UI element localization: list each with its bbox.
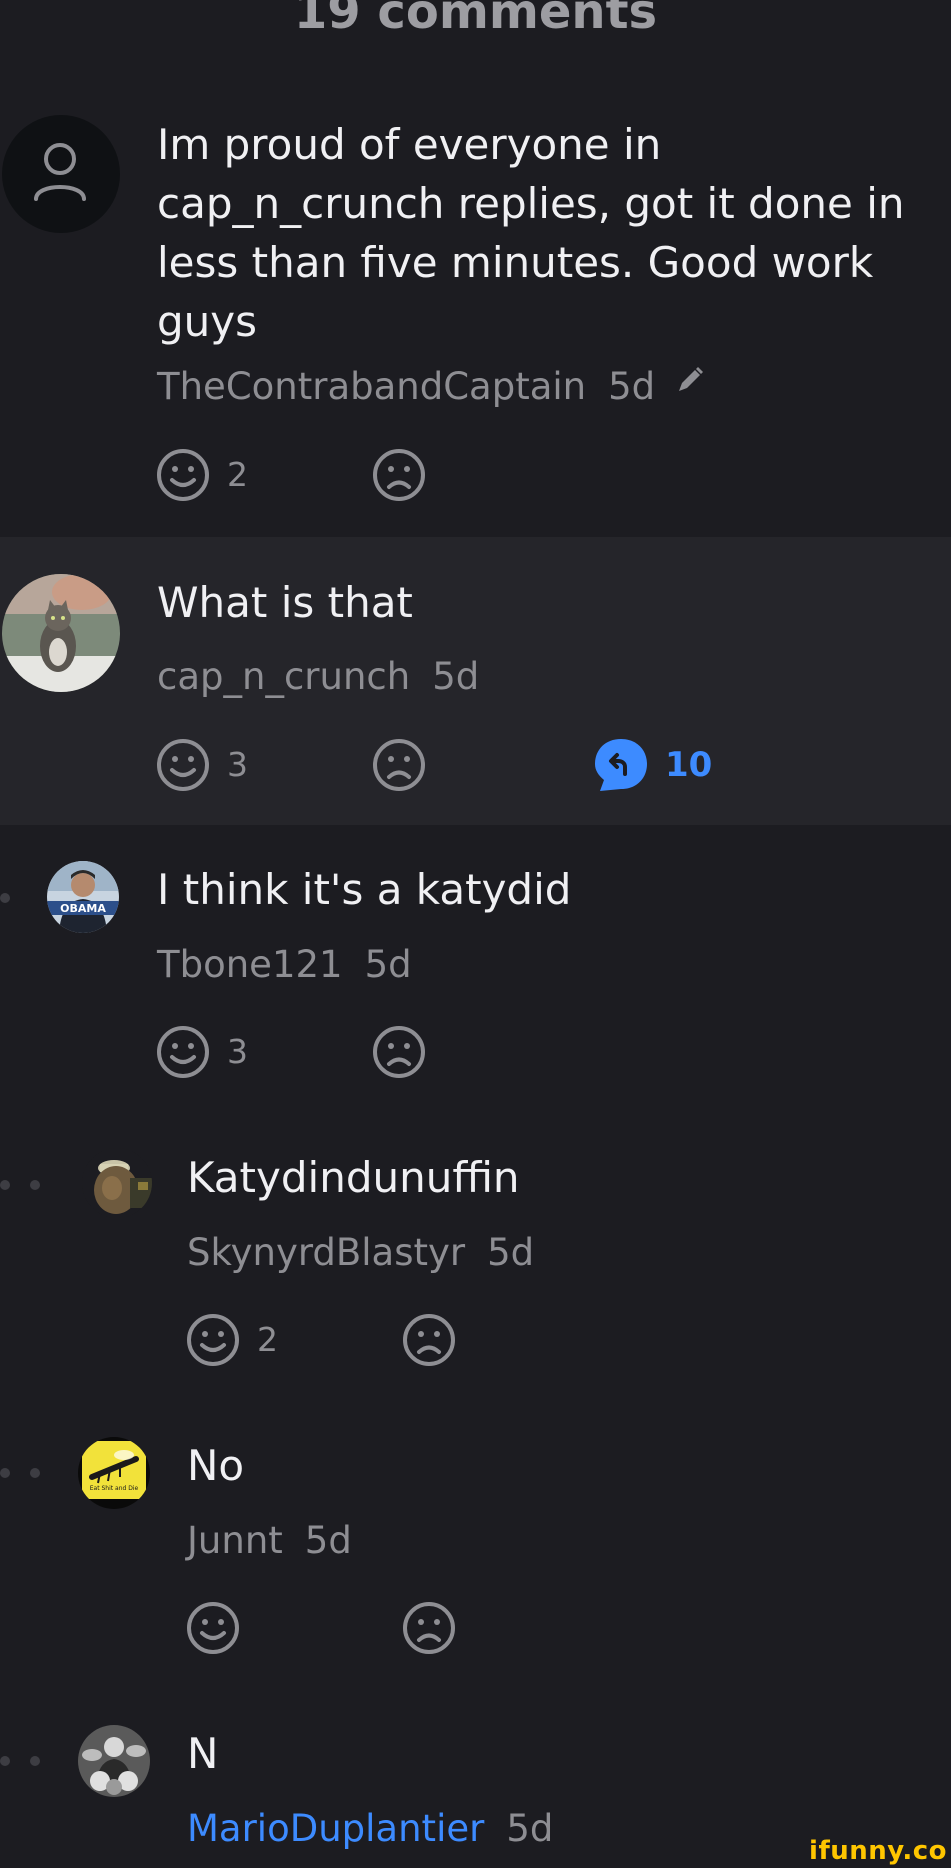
default-avatar[interactable] bbox=[2, 115, 120, 233]
comment-time: 5d bbox=[432, 655, 480, 698]
thread-depth-indicator bbox=[0, 893, 20, 905]
comment-text: What is that bbox=[157, 578, 413, 627]
comment-3: OBAMA I think it's a katydid Tbone121 5d … bbox=[0, 825, 951, 1090]
comment-meta: cap_n_crunch 5d bbox=[157, 655, 479, 699]
ifunny-watermark: ifunny.co bbox=[809, 1836, 947, 1866]
obama-avatar[interactable]: OBAMA bbox=[47, 861, 119, 933]
frown-icon[interactable] bbox=[401, 1600, 457, 1656]
comment-text: No bbox=[187, 1441, 245, 1490]
like-count: 2 bbox=[257, 1320, 278, 1359]
comment-author[interactable]: cap_n_crunch bbox=[157, 655, 410, 698]
drummer-photo-icon bbox=[78, 1725, 150, 1797]
wasp-avatar[interactable]: Eat Shit and Die bbox=[78, 1437, 150, 1509]
comment-author[interactable]: TheContrabandCaptain bbox=[157, 365, 586, 408]
comment-2: What is that cap_n_crunch 5d 3 10 bbox=[0, 537, 951, 825]
cat-avatar[interactable] bbox=[2, 574, 120, 692]
comment-time: 5d bbox=[364, 943, 412, 986]
avatar-caption: Eat Shit and Die bbox=[89, 1485, 139, 1492]
smile-icon[interactable] bbox=[155, 1024, 211, 1080]
like-count: 3 bbox=[227, 745, 248, 784]
comment-4: Katydindunuffin SkynyrdBlastyr 5d 2 bbox=[0, 1113, 951, 1378]
comment-time: 5d bbox=[304, 1519, 352, 1562]
comment-meta: MarioDuplantier 5d bbox=[187, 1807, 553, 1851]
edited-pencil-icon bbox=[673, 363, 707, 407]
smile-icon[interactable] bbox=[185, 1600, 241, 1656]
comment-author[interactable]: Tbone121 bbox=[157, 943, 343, 986]
comment-meta: SkynyrdBlastyr 5d bbox=[187, 1231, 534, 1275]
like-count: 2 bbox=[227, 455, 248, 494]
comments-count-title: 19 comments bbox=[293, 0, 658, 40]
reactions-row: 2 bbox=[185, 1312, 785, 1368]
comment-text: N bbox=[187, 1729, 219, 1778]
thread-depth-indicator bbox=[0, 1756, 45, 1768]
frown-icon[interactable] bbox=[401, 1312, 457, 1368]
obama-photo-icon: OBAMA bbox=[47, 861, 119, 933]
thread-depth-indicator bbox=[0, 1180, 45, 1192]
reply-count[interactable]: 10 bbox=[665, 743, 712, 787]
comment-meta: Junnt 5d bbox=[187, 1519, 352, 1563]
like-count: 3 bbox=[227, 1032, 248, 1071]
comment-time: 5d bbox=[608, 365, 656, 408]
comment-1: Im proud of everyone in cap_n_crunch rep… bbox=[0, 95, 951, 535]
trucker-photo-icon bbox=[82, 1148, 152, 1218]
trucker-avatar[interactable] bbox=[82, 1148, 152, 1218]
comment-text: Im proud of everyone in cap_n_crunch rep… bbox=[157, 120, 905, 346]
wasp-sticker-icon bbox=[78, 1437, 150, 1509]
comment-text: I think it's a katydid bbox=[157, 865, 572, 914]
comment-time: 5d bbox=[487, 1231, 535, 1274]
frown-icon[interactable] bbox=[371, 447, 427, 503]
comment-author[interactable]: MarioDuplantier bbox=[187, 1807, 484, 1850]
smile-icon[interactable] bbox=[155, 447, 211, 503]
comment-text: Katydindunuffin bbox=[187, 1153, 520, 1202]
reactions-row: 3 10 bbox=[155, 737, 855, 793]
comment-meta: TheContrabandCaptain 5d bbox=[157, 365, 707, 411]
comment-meta: Tbone121 5d bbox=[157, 943, 412, 987]
cat-photo-icon bbox=[2, 574, 120, 692]
comment-5: Eat Shit and Die No Junnt 5d bbox=[0, 1401, 951, 1666]
comment-time: 5d bbox=[506, 1807, 554, 1850]
user-icon bbox=[34, 143, 86, 201]
reactions-row: 2 bbox=[155, 447, 755, 503]
svg-text:OBAMA: OBAMA bbox=[60, 902, 106, 915]
drummer-avatar[interactable] bbox=[78, 1725, 150, 1797]
smile-icon[interactable] bbox=[185, 1312, 241, 1368]
thread-depth-indicator bbox=[0, 1468, 45, 1480]
comment-author[interactable]: SkynyrdBlastyr bbox=[187, 1231, 465, 1274]
replies-icon[interactable] bbox=[592, 736, 650, 794]
comment-author[interactable]: Junnt bbox=[187, 1519, 283, 1562]
frown-icon[interactable] bbox=[371, 1024, 427, 1080]
frown-icon[interactable] bbox=[371, 737, 427, 793]
reactions-row bbox=[185, 1600, 785, 1656]
reactions-row: 3 bbox=[155, 1024, 755, 1080]
smile-icon[interactable] bbox=[155, 737, 211, 793]
